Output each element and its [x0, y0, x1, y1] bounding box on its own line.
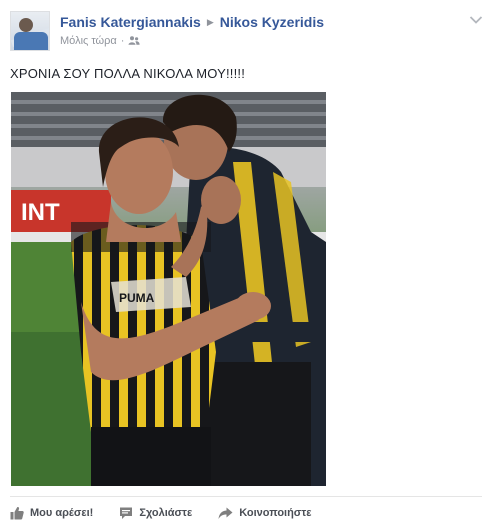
facebook-post: Fanis Katergiannakis ▶ Nikos Kyzeridis Μόλ…: [0, 0, 493, 527]
svg-text:INT: INT: [21, 199, 60, 226]
chevron-down-icon[interactable]: [469, 12, 483, 24]
meta-separator: ·: [120, 35, 125, 47]
timestamp-link[interactable]: Μόλις τώρα: [60, 35, 117, 47]
post-meta: Μόλις τώρα ·: [60, 35, 141, 47]
avatar-body: [14, 32, 48, 50]
author-name-link[interactable]: Fanis Katergiannakis: [60, 14, 201, 30]
footer-divider: [10, 496, 482, 497]
avatar-head: [19, 18, 33, 32]
post-text: ΧΡΟΝΙΑ ΣΟΥ ΠΟΛΛΑ ΝΙΚΟΛΑ ΜΟΥ!!!!!: [10, 66, 246, 81]
comment-label: Σχολιάστε: [139, 507, 193, 519]
like-button[interactable]: Μου αρέσει!: [10, 506, 93, 520]
share-arrow-icon: [218, 507, 233, 519]
post-photo[interactable]: INT PUMA: [11, 92, 326, 486]
arrow-right-icon: ▶: [206, 17, 214, 27]
post-actions: Μου αρέσει! Σχολιάστε Κοινοποιήστε: [10, 502, 337, 524]
comment-icon: [120, 507, 133, 519]
comment-button[interactable]: Σχολιάστε: [119, 506, 192, 520]
share-button[interactable]: Κοινοποιήστε: [218, 507, 311, 520]
thumbs-up-icon: [10, 506, 24, 520]
target-name-link[interactable]: Nikos Kyzeridis: [220, 14, 324, 30]
photo-illustration: INT PUMA: [11, 92, 326, 486]
post-header: Fanis Katergiannakis ▶ Nikos Kyzeridis: [60, 14, 324, 32]
share-label: Κοινοποιήστε: [239, 507, 312, 519]
svg-text:PUMA: PUMA: [119, 291, 155, 305]
friends-icon[interactable]: [128, 36, 141, 45]
like-label: Μου αρέσει!: [30, 507, 94, 519]
author-avatar[interactable]: [10, 11, 50, 51]
